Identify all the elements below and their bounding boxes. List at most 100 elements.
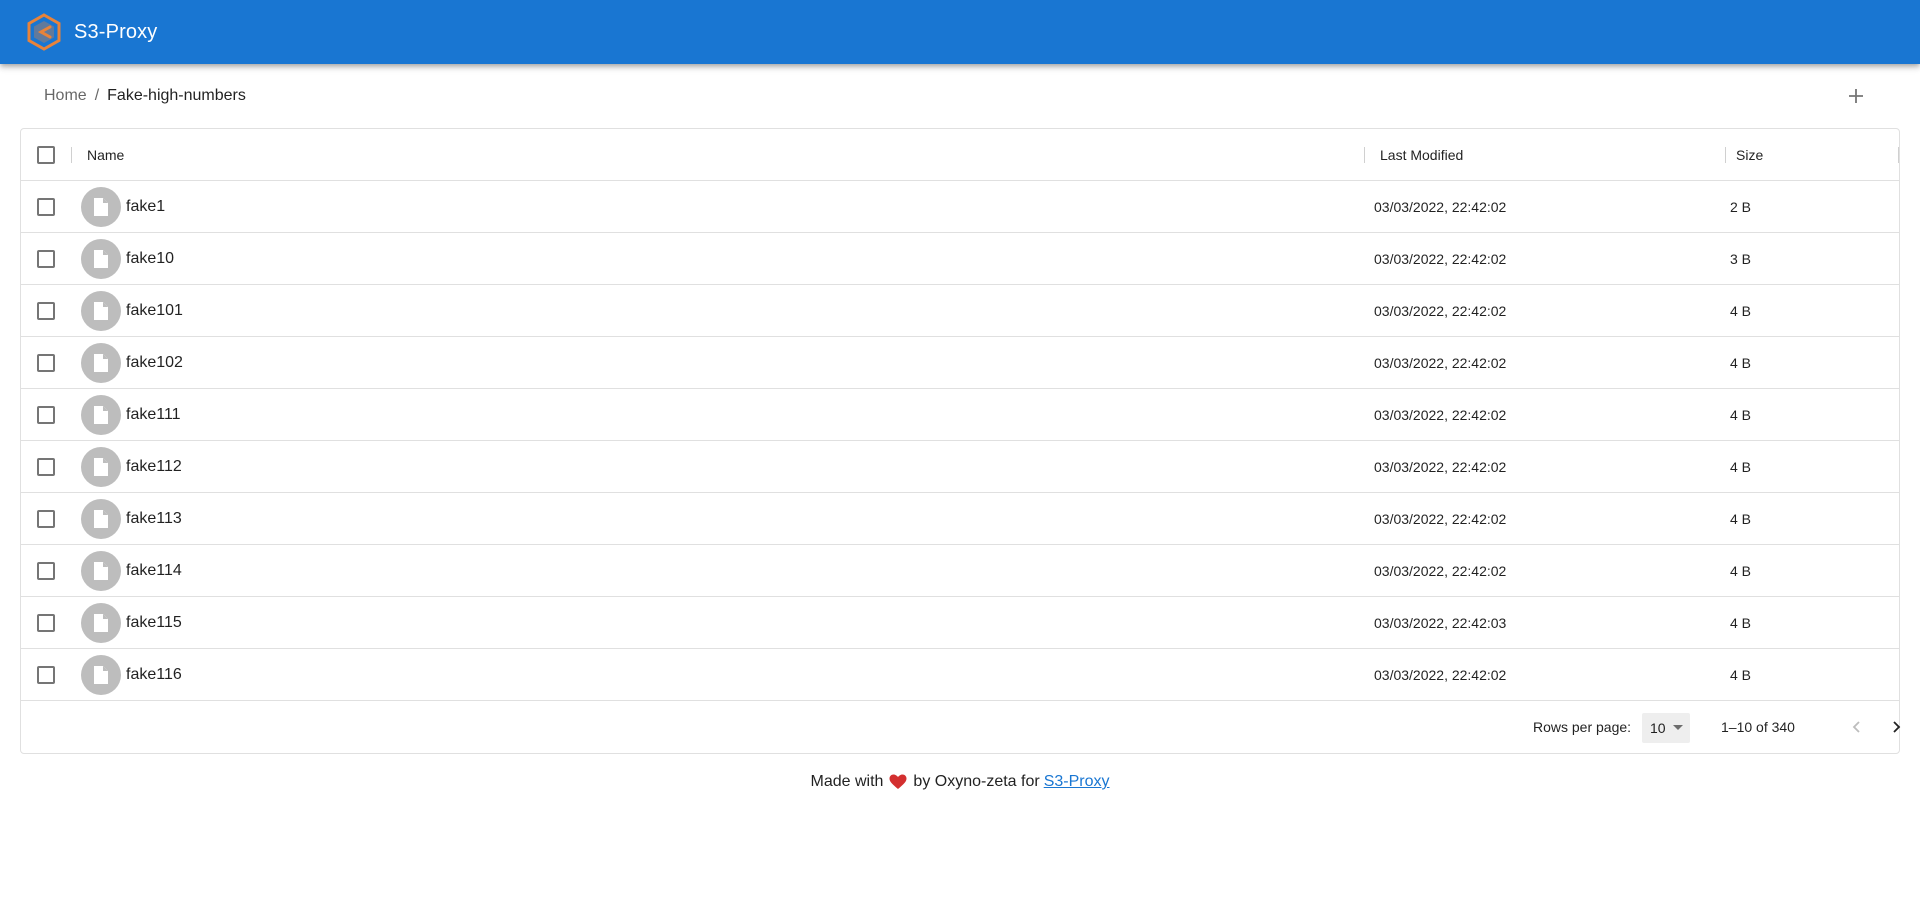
row-modified-cell: 03/03/2022, 22:42:02 (1374, 285, 1506, 336)
size-value: 2 B (1730, 198, 1752, 215)
file-icon (94, 249, 108, 268)
previous-page-button[interactable] (1841, 711, 1873, 743)
file-avatar (81, 654, 121, 695)
file-name[interactable]: fake115 (126, 614, 182, 632)
column-separator[interactable] (1898, 147, 1899, 163)
row-checkbox[interactable] (37, 665, 55, 684)
table-row[interactable]: fake116 03/03/2022, 22:42:02 4 B (21, 649, 1899, 701)
file-name[interactable]: fake114 (126, 562, 182, 580)
last-modified-value: 03/03/2022, 22:42:02 (1374, 250, 1507, 267)
breadcrumb-current: Fake-high-numbers (107, 87, 246, 104)
file-icon (94, 561, 108, 580)
table-row[interactable]: fake101 03/03/2022, 22:42:02 4 B (21, 285, 1899, 337)
last-modified-value: 03/03/2022, 22:42:02 (1374, 354, 1507, 371)
row-modified-cell: 03/03/2022, 22:42:02 (1374, 441, 1506, 492)
table-footer: Rows per page: 10 1–10 of 340 (21, 701, 1901, 753)
rows-per-page-value: 10 (1650, 720, 1666, 736)
header-checkbox-cell (21, 129, 71, 180)
rows-per-page-select[interactable]: 10 (1642, 713, 1690, 743)
app-title: S3-Proxy (74, 20, 158, 43)
file-avatar (81, 550, 121, 591)
file-name[interactable]: fake111 (126, 406, 181, 424)
file-name[interactable]: fake102 (126, 354, 183, 372)
size-value: 4 B (1730, 458, 1752, 475)
add-button[interactable] (1836, 76, 1876, 116)
last-modified-value: 03/03/2022, 22:42:02 (1374, 198, 1507, 215)
footer-by: by Oxyno-zeta for (913, 773, 1040, 790)
row-name-cell: fake1 (71, 181, 165, 232)
row-checkbox[interactable] (37, 561, 55, 580)
row-size-cell: 4 B (1730, 545, 1751, 596)
footer-s3-proxy-link[interactable]: S3-Proxy (1044, 773, 1110, 791)
last-modified-value: 03/03/2022, 22:42:02 (1374, 458, 1507, 475)
size-value: 4 B (1730, 406, 1752, 423)
s3-proxy-logo-icon[interactable] (24, 12, 64, 52)
column-separator[interactable] (1364, 147, 1365, 163)
row-name-cell: fake102 (71, 337, 183, 388)
file-name[interactable]: fake113 (126, 510, 182, 528)
table-row[interactable]: fake1 03/03/2022, 22:42:02 2 B (21, 181, 1899, 233)
file-icon (94, 301, 108, 320)
table-row[interactable]: fake102 03/03/2022, 22:42:02 4 B (21, 337, 1899, 389)
file-icon (94, 509, 108, 528)
row-modified-cell: 03/03/2022, 22:42:02 (1374, 649, 1506, 700)
file-icon (94, 405, 108, 424)
table-row[interactable]: fake113 03/03/2022, 22:42:02 4 B (21, 493, 1899, 545)
table-row[interactable]: fake111 03/03/2022, 22:42:02 4 B (21, 389, 1899, 441)
file-avatar (81, 446, 121, 487)
row-checkbox[interactable] (37, 613, 55, 632)
row-checkbox-cell (21, 337, 71, 388)
row-size-cell: 4 B (1730, 285, 1751, 336)
size-value: 4 B (1730, 562, 1752, 579)
row-checkbox[interactable] (37, 353, 55, 372)
row-checkbox[interactable] (37, 457, 55, 476)
column-header-name[interactable]: Name (71, 129, 124, 180)
chevron-right-icon (1893, 721, 1901, 733)
file-name[interactable]: fake1 (126, 198, 165, 216)
file-icon (94, 353, 108, 372)
column-separator[interactable] (1725, 147, 1726, 163)
row-size-cell: 2 B (1730, 181, 1751, 232)
table-row[interactable]: fake114 03/03/2022, 22:42:02 4 B (21, 545, 1899, 597)
row-checkbox[interactable] (37, 509, 55, 528)
heart-icon (889, 774, 907, 790)
pagination-range: 1–10 of 340 (1721, 719, 1795, 735)
row-checkbox[interactable] (37, 301, 55, 320)
last-modified-value: 03/03/2022, 22:42:02 (1374, 666, 1507, 683)
file-name[interactable]: fake101 (126, 302, 183, 320)
column-header-last-modified[interactable]: Last Modified (1374, 129, 1463, 180)
caret-down-icon (1673, 725, 1683, 730)
size-value: 4 B (1730, 354, 1752, 371)
file-icon (94, 457, 108, 476)
row-modified-cell: 03/03/2022, 22:42:02 (1374, 545, 1506, 596)
table-body: fake1 03/03/2022, 22:42:02 2 B fake10 03… (21, 181, 1899, 701)
table-row[interactable]: fake115 03/03/2022, 22:42:03 4 B (21, 597, 1899, 649)
breadcrumb-home-link[interactable]: Home (44, 87, 87, 105)
row-checkbox-cell (21, 597, 71, 648)
row-modified-cell: 03/03/2022, 22:42:02 (1374, 181, 1506, 232)
table-row[interactable]: fake10 03/03/2022, 22:42:02 3 B (21, 233, 1899, 285)
select-all-checkbox[interactable] (37, 145, 55, 164)
app-bar: S3-Proxy (0, 0, 1920, 64)
next-page-button[interactable] (1880, 711, 1912, 743)
row-name-cell: fake115 (71, 597, 182, 648)
row-checkbox[interactable] (37, 249, 55, 268)
row-checkbox-cell (21, 285, 71, 336)
file-icon (94, 613, 108, 632)
row-size-cell: 4 B (1730, 337, 1751, 388)
row-checkbox[interactable] (37, 197, 55, 216)
file-name[interactable]: fake112 (126, 458, 182, 476)
file-avatar (81, 238, 121, 279)
size-value: 3 B (1730, 250, 1752, 267)
row-size-cell: 4 B (1730, 597, 1751, 648)
row-checkbox[interactable] (37, 405, 55, 424)
row-size-cell: 4 B (1730, 493, 1751, 544)
file-name[interactable]: fake10 (126, 250, 174, 268)
file-name[interactable]: fake116 (126, 666, 182, 684)
table-row[interactable]: fake112 03/03/2022, 22:42:02 4 B (21, 441, 1899, 493)
column-header-size[interactable]: Size (1730, 129, 1763, 180)
page-footer: Made with by Oxyno-zeta for S3-Proxy (0, 773, 1920, 791)
row-size-cell: 3 B (1730, 233, 1751, 284)
row-modified-cell: 03/03/2022, 22:42:03 (1374, 597, 1506, 648)
row-modified-cell: 03/03/2022, 22:42:02 (1374, 337, 1506, 388)
